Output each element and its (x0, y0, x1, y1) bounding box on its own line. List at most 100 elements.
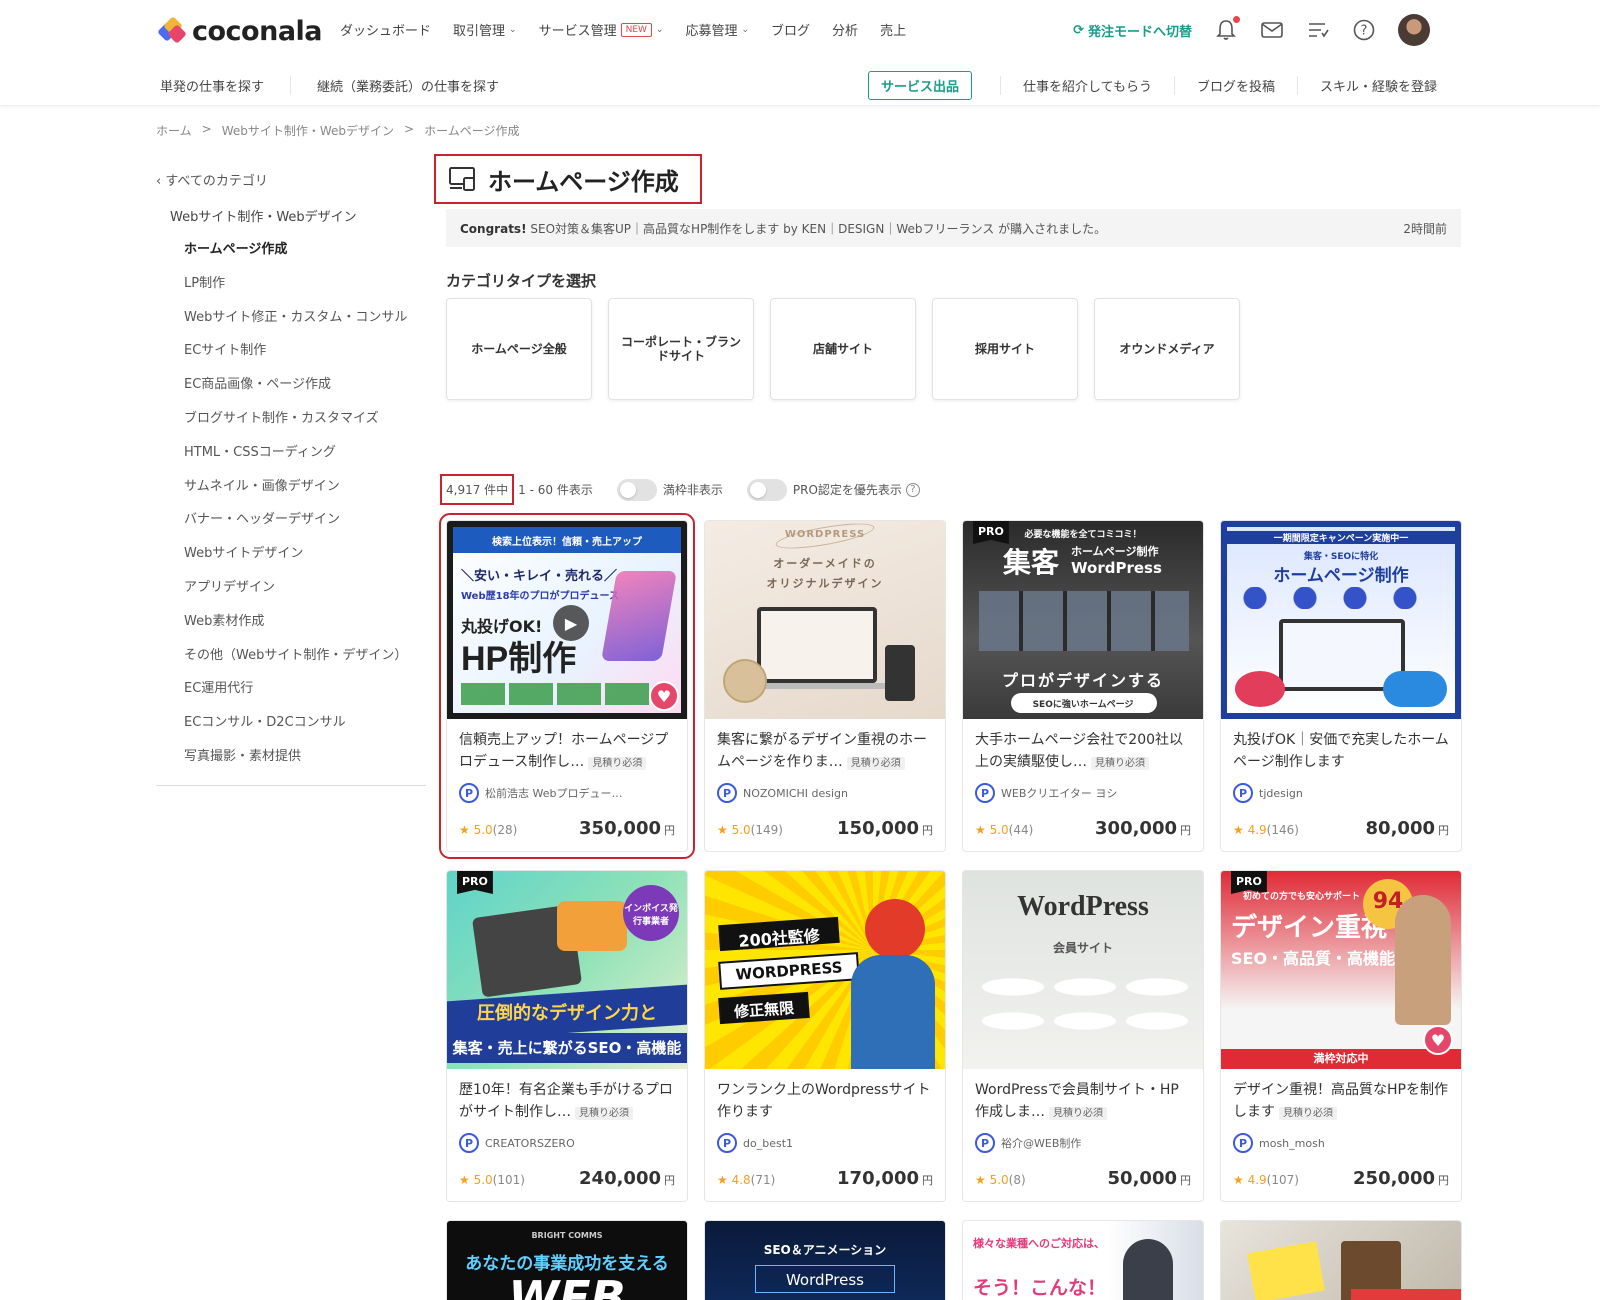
pro-priority-toggle[interactable] (746, 478, 787, 501)
thumb-text: ホームページ制作 (1273, 566, 1409, 586)
sidebar-item[interactable]: Webサイト修正・カスタム・コンサル (184, 310, 426, 344)
nav-label: 取引管理 (453, 24, 506, 39)
seller-info[interactable]: P 裕介@WEB制作 (963, 1125, 1203, 1155)
nav-blog[interactable]: ブログ (771, 20, 810, 39)
nav-sales[interactable]: 売上 (880, 20, 906, 39)
type-card-all[interactable]: ホームページ全般 (446, 298, 592, 400)
thumb-text: 圧倒的なデザイン力と (477, 1003, 657, 1024)
main-nav: ダッシュボード 取引管理 ⌄ サービス管理 NEW ⌄ 応募管理 ⌄ ブログ 分析 売上 (340, 20, 928, 39)
sidebar-parent-category[interactable]: Webサイト制作・Webデザイン (170, 206, 426, 225)
service-card[interactable]: 様々な業種へのご対応は、 そう！こんな！ (962, 1220, 1204, 1300)
service-thumbnail: BRIGHT COMMS あなたの事業成功を支える WEB (447, 1221, 687, 1300)
list-icon[interactable] (1306, 18, 1330, 42)
seller-name: CREATORSZERO (485, 1136, 575, 1150)
service-thumbnail (1221, 1221, 1461, 1300)
price-value: 300,000 (1095, 818, 1177, 839)
sidebar-item[interactable]: ホームページ作成 (184, 242, 426, 276)
get-introduced-link[interactable]: 仕事を紹介してもらう (1000, 76, 1174, 95)
service-card[interactable]: PRO 必要な機能を全てコミコミ！ 集客 ホームページ制作 WordPress … (962, 520, 1204, 852)
thumb-text: WEB (508, 1271, 626, 1300)
type-card-store[interactable]: 店舗サイト (770, 298, 916, 400)
sidebar-item[interactable]: 写真撮影・素材提供 (184, 749, 426, 767)
service-title: WordPressで会員制サイト・HP作成しま… 見積り必須 (963, 1069, 1203, 1125)
service-card[interactable] (1220, 1220, 1462, 1300)
seller-info[interactable]: Ptjdesign (1221, 775, 1461, 805)
type-card-corporate[interactable]: コーポレート・ブランドサイト (608, 298, 754, 400)
sub-nav-right: サービス出品 仕事を紹介してもらう ブログを投稿 スキル・経験を登録 (867, 71, 1437, 100)
service-thumbnail: PRO インボイス発行事業者 圧倒的なデザイン力と 集客・売上に繋がるSEO・高… (447, 871, 687, 1069)
sidebar-item[interactable]: LP制作 (184, 276, 426, 310)
pro-seller-badge-icon: P (1233, 1133, 1253, 1153)
question-icon[interactable]: ? (905, 482, 920, 497)
thumb-text: プロがデザインする (1001, 671, 1164, 690)
avatar[interactable] (1398, 14, 1430, 46)
seller-info[interactable]: P 松前浩志 Webプロデュー… (447, 775, 687, 805)
quote-required-badge: 見積り必須 (1049, 1107, 1107, 1120)
sidebar-item[interactable]: サムネイル・画像デザイン (184, 479, 426, 513)
seller-name: tjdesign (1259, 786, 1303, 800)
price-value: 50,000 (1107, 1168, 1177, 1189)
switch-mode-button[interactable]: ⟳ 発注モードへ切替 (1073, 21, 1192, 40)
header-tools: ⟳ 発注モードへ切替 ? (1073, 14, 1430, 46)
help-icon[interactable]: ? (1352, 18, 1376, 42)
sidebar-item[interactable]: その他（Webサイト制作・デザイン） (184, 648, 426, 682)
service-title: ワンランク上のWordpressサイト作ります (705, 1069, 945, 1125)
sidebar-item[interactable]: ECサイト制作 (184, 343, 426, 377)
price-value: 350,000 (579, 818, 661, 839)
find-single-jobs-link[interactable]: 単発の仕事を探す (160, 76, 292, 95)
thumb-text: SEO＆アニメーション (763, 1243, 887, 1257)
service-title-text: 大手ホームページ会社で200社以上の実績駆使し… (975, 732, 1184, 770)
breadcrumb-home[interactable]: ホーム (156, 122, 192, 139)
seller-info[interactable]: P NOZOMICHI design (705, 775, 945, 805)
card-footer: ★ 5.0(28) 350,000 円 (459, 818, 675, 839)
sidebar-item[interactable]: Web素材作成 (184, 614, 426, 648)
nav-analytics[interactable]: 分析 (832, 20, 858, 39)
sidebar-item[interactable]: Webサイトデザイン (184, 546, 426, 580)
service-card[interactable]: SEO＆アニメーション WordPress (704, 1220, 946, 1300)
bell-icon[interactable] (1214, 16, 1240, 42)
all-categories-link[interactable]: ‹ すべてのカテゴリ (156, 170, 426, 189)
homepage-icon (449, 167, 475, 191)
sidebar-item[interactable]: バナー・ヘッダーデザイン (184, 512, 426, 546)
service-card[interactable]: PRO 初めての方でも安心サポート デザイン重視 SEO・高品質・高機能 94 … (1220, 870, 1462, 1202)
thumb-text: インボイス発行事業者 (624, 904, 678, 927)
sidebar-item[interactable]: HTML・CSSコーディング (184, 445, 426, 479)
seller-info[interactable]: Pmosh_mosh (1221, 1125, 1461, 1155)
notification-dot (1233, 16, 1240, 23)
hide-full-toggle[interactable] (616, 478, 657, 501)
seller-info[interactable]: P WEBクリエイター ヨシ (963, 775, 1203, 805)
pro-seller-badge-icon: P (975, 783, 995, 803)
sidebar-item[interactable]: ブログサイト制作・カスタマイズ (184, 411, 426, 445)
nav-applications[interactable]: 応募管理 ⌄ (685, 20, 749, 39)
sidebar-item[interactable]: ECコンサル・D2Cコンサル (184, 715, 426, 749)
service-card[interactable]: WordPress 会員サイト WordPressで会員制サイト・HP作成しま…… (962, 870, 1204, 1202)
service-card[interactable]: PRO インボイス発行事業者 圧倒的なデザイン力と 集客・売上に繋がるSEO・高… (446, 870, 688, 1202)
review-count: (149) (750, 823, 783, 837)
heart-icon[interactable]: ♥ (649, 681, 679, 711)
service-card[interactable]: 200社監修 WORDPRESS 修正無限 ワンランク上のWordpressサイ… (704, 870, 946, 1202)
seller-info[interactable]: P CREATORSZERO (447, 1125, 687, 1155)
type-card-owned-media[interactable]: オウンドメディア (1094, 298, 1240, 400)
service-card[interactable]: 検索上位表示！信頼・売上アップ ＼安い・キレイ・売れる／ Web歴18年のプロが… (439, 513, 695, 859)
play-icon[interactable]: ▶ (553, 605, 589, 641)
seller-info[interactable]: Pdo_best1 (705, 1125, 945, 1155)
price-value: 80,000 (1365, 818, 1435, 839)
service-card[interactable]: WORDPRESS オーダーメイドの オリジナルデザイン 集客に繋がるデザイン重… (704, 520, 946, 852)
sidebar-item[interactable]: EC商品画像・ページ作成 (184, 377, 426, 411)
mail-icon[interactable] (1260, 18, 1284, 42)
nav-dashboard[interactable]: ダッシュボード (340, 20, 431, 39)
service-card[interactable]: 一期間限定キャンペーン実施中一 集客・SEOに特化 ホームページ制作 丸投げOK… (1220, 520, 1462, 852)
nav-transactions[interactable]: 取引管理 ⌄ (453, 20, 517, 39)
sidebar-item[interactable]: EC運用代行 (184, 681, 426, 715)
coconala-logo[interactable]: coconala (157, 15, 323, 47)
register-skills-link[interactable]: スキル・経験を登録 (1296, 76, 1437, 95)
service-card[interactable]: BRIGHT COMMS あなたの事業成功を支える WEB (446, 1220, 688, 1300)
type-card-recruit[interactable]: 採用サイト (932, 298, 1078, 400)
post-blog-link[interactable]: ブログを投稿 (1173, 76, 1297, 95)
publish-service-button[interactable]: サービス出品 (867, 71, 972, 100)
find-continuous-jobs-link[interactable]: 継続（業務委託）の仕事を探す (317, 76, 525, 95)
sidebar-item[interactable]: アプリデザイン (184, 580, 426, 614)
heart-icon[interactable]: ♥ (1423, 1025, 1453, 1055)
breadcrumb-category[interactable]: Webサイト制作・Webデザイン (222, 122, 394, 139)
nav-service-manage[interactable]: サービス管理 NEW ⌄ (539, 20, 663, 39)
